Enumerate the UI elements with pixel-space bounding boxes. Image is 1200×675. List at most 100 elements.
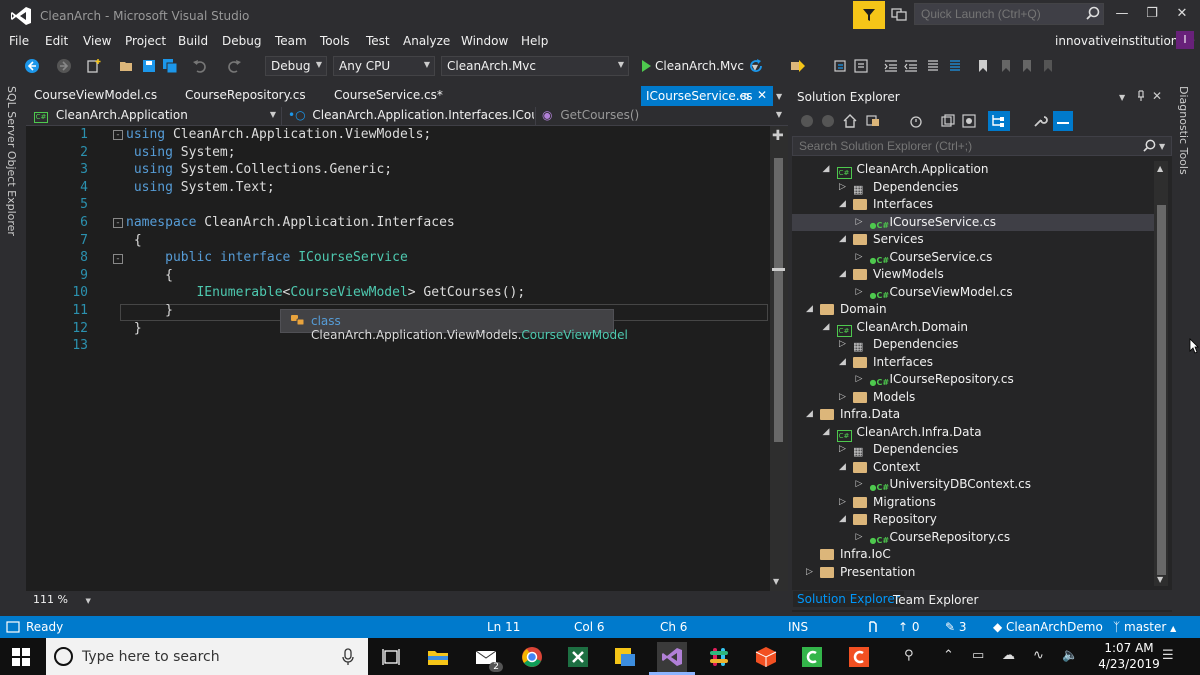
collapsed-arrow-icon[interactable]: ▷ (856, 371, 866, 389)
code-line[interactable] (126, 196, 525, 214)
type-nav-dropdown[interactable]: •○ CleanArch.Application.Interfaces.ICou… (284, 107, 534, 125)
tab-course-repository[interactable]: CourseRepository.cs (185, 88, 306, 102)
menu-help[interactable]: Help (521, 34, 548, 48)
collapse-region-icon[interactable]: - (113, 254, 123, 264)
account-menu[interactable]: innovativeinstitution ▼ (1055, 34, 1194, 48)
code-line[interactable]: using CleanArch.Application.ViewModels; (126, 126, 525, 144)
collapsed-arrow-icon[interactable]: ▷ (856, 529, 866, 547)
collapse-region-icon[interactable]: - (113, 130, 123, 140)
menu-view[interactable]: View (83, 34, 111, 48)
solution-explorer-scroll-thumb[interactable] (1157, 205, 1166, 575)
indent-icon[interactable] (883, 58, 899, 74)
back-icon[interactable] (24, 58, 40, 74)
expanded-arrow-icon[interactable]: ◢ (839, 511, 849, 529)
tree-item[interactable]: ◢ ViewModels (792, 266, 1154, 284)
forward-icon[interactable] (821, 114, 835, 128)
tree-item[interactable]: ◢ Context (792, 459, 1154, 477)
run-button[interactable]: CleanArch.Mvc ▼ (655, 59, 758, 73)
camtasia-app[interactable] (797, 642, 827, 672)
code-line[interactable]: using System.Collections.Generic; (126, 161, 525, 179)
people-icon[interactable]: ⚲ (904, 648, 914, 663)
code-line[interactable]: IEnumerable<CourseViewModel> GetCourses(… (126, 284, 525, 302)
next-bookmark-icon[interactable] (1019, 58, 1035, 74)
play-icon[interactable] (638, 58, 654, 74)
tree-item[interactable]: ◢ Domain (792, 301, 1154, 319)
slack-app[interactable] (704, 642, 734, 672)
tree-item[interactable]: ◢ C# CleanArch.Application (792, 161, 1154, 179)
collapsed-arrow-icon[interactable]: ▷ (856, 214, 866, 232)
quick-launch-input[interactable] (914, 3, 1104, 25)
bookmark-icon[interactable] (975, 58, 991, 74)
tree-item[interactable]: ▷ Migrations (792, 494, 1154, 512)
expanded-arrow-icon[interactable]: ◢ (839, 231, 849, 249)
search-icon[interactable] (1143, 139, 1156, 152)
chrome-app[interactable] (517, 642, 547, 672)
menu-test[interactable]: Test (366, 34, 390, 48)
tree-item[interactable]: ▷ Presentation (792, 564, 1154, 582)
properties-icon[interactable] (853, 58, 869, 74)
code-line[interactable]: public interface ICourseService (126, 249, 525, 267)
browser-link-icon[interactable] (790, 58, 806, 74)
clock-time[interactable]: 1:07 AM (1103, 641, 1155, 655)
microphone-icon[interactable] (342, 648, 354, 666)
menu-debug[interactable]: Debug (222, 34, 261, 48)
menu-window[interactable]: Window (461, 34, 508, 48)
menu-build[interactable]: Build (178, 34, 208, 48)
expanded-arrow-icon[interactable]: ◢ (839, 354, 849, 372)
volume-icon[interactable]: 🔈 (1062, 648, 1078, 663)
close-tab-icon[interactable]: ✕ (757, 88, 767, 102)
sql-server-object-explorer-tab[interactable]: SQL Server Object Explorer (5, 86, 18, 236)
menu-edit[interactable]: Edit (45, 34, 68, 48)
new-project-icon[interactable] (86, 58, 102, 74)
close-window-button[interactable]: ✕ (1172, 6, 1192, 24)
collapsed-arrow-icon[interactable]: ▷ (806, 564, 816, 582)
repository-selector[interactable]: ◆ CleanArchDemo (993, 620, 1103, 634)
tree-item[interactable]: ▷ ●C# CourseService.cs (792, 249, 1154, 267)
preview-selected-button[interactable] (1053, 111, 1073, 131)
expanded-arrow-icon[interactable]: ◢ (839, 459, 849, 477)
feedback-icon[interactable] (891, 6, 907, 22)
tree-item[interactable]: ◢ Interfaces (792, 354, 1154, 372)
code-line[interactable]: using System.Text; (126, 179, 525, 197)
collapsed-arrow-icon[interactable]: ▷ (839, 336, 849, 354)
output-window-icon[interactable] (6, 621, 20, 633)
tree-item[interactable]: ▷ ▦ Dependencies (792, 441, 1154, 459)
search-options-icon[interactable]: ▼ (1159, 142, 1165, 151)
collapsed-arrow-icon[interactable]: ▷ (856, 284, 866, 302)
git-pull-request-icon[interactable] (867, 620, 881, 634)
refresh-icon[interactable] (748, 58, 764, 74)
editor-horizontal-scrollbar[interactable] (92, 596, 762, 604)
collapsed-arrow-icon[interactable]: ▷ (839, 389, 849, 407)
avatar[interactable]: I (1176, 31, 1194, 49)
step-into-icon[interactable] (833, 58, 849, 74)
collapsed-arrow-icon[interactable]: ▷ (856, 249, 866, 267)
uncomment-icon[interactable] (947, 58, 963, 74)
clock-date[interactable]: 4/23/2019 (1095, 657, 1163, 671)
tree-item[interactable]: ▷ ●C# CourseRepository.cs (792, 529, 1154, 547)
tree-item[interactable]: ◢ C# CleanArch.Infra.Data (792, 424, 1154, 442)
collapsed-arrow-icon[interactable]: ▷ (839, 179, 849, 197)
sync-icon[interactable] (940, 113, 956, 129)
search-icon[interactable] (1086, 6, 1100, 20)
tree-item[interactable]: ▷ ●C# ICourseRepository.cs (792, 371, 1154, 389)
clear-bookmarks-icon[interactable] (1040, 58, 1056, 74)
member-nav-dropdown[interactable]: ◉ GetCourses() ▼ (538, 107, 786, 125)
recorder-app[interactable] (844, 642, 874, 672)
tree-item[interactable]: ▷ ●C# UniversityDBContext.cs (792, 476, 1154, 494)
code-line[interactable]: { (126, 267, 525, 285)
pin-icon[interactable] (1135, 90, 1147, 102)
scroll-up-icon[interactable]: ▲ (1157, 164, 1163, 173)
outdent-icon[interactable] (903, 58, 919, 74)
unpushed-commits[interactable]: ↑ 0 (898, 620, 920, 634)
expanded-arrow-icon[interactable]: ◢ (806, 406, 816, 424)
sticky-app[interactable] (610, 642, 640, 672)
menu-tools[interactable]: Tools (320, 34, 350, 48)
show-all-files-button[interactable] (988, 111, 1010, 131)
expanded-arrow-icon[interactable]: ◢ (839, 266, 849, 284)
tab-team-explorer[interactable]: Team Explorer (893, 593, 979, 607)
minimize-button[interactable]: — (1112, 6, 1132, 24)
scroll-down-icon[interactable]: ▼ (1157, 575, 1163, 584)
tree-item[interactable]: Infra.IoC (792, 546, 1154, 564)
expanded-arrow-icon[interactable]: ◢ (823, 161, 833, 179)
tree-item[interactable]: ◢ Repository (792, 511, 1154, 529)
